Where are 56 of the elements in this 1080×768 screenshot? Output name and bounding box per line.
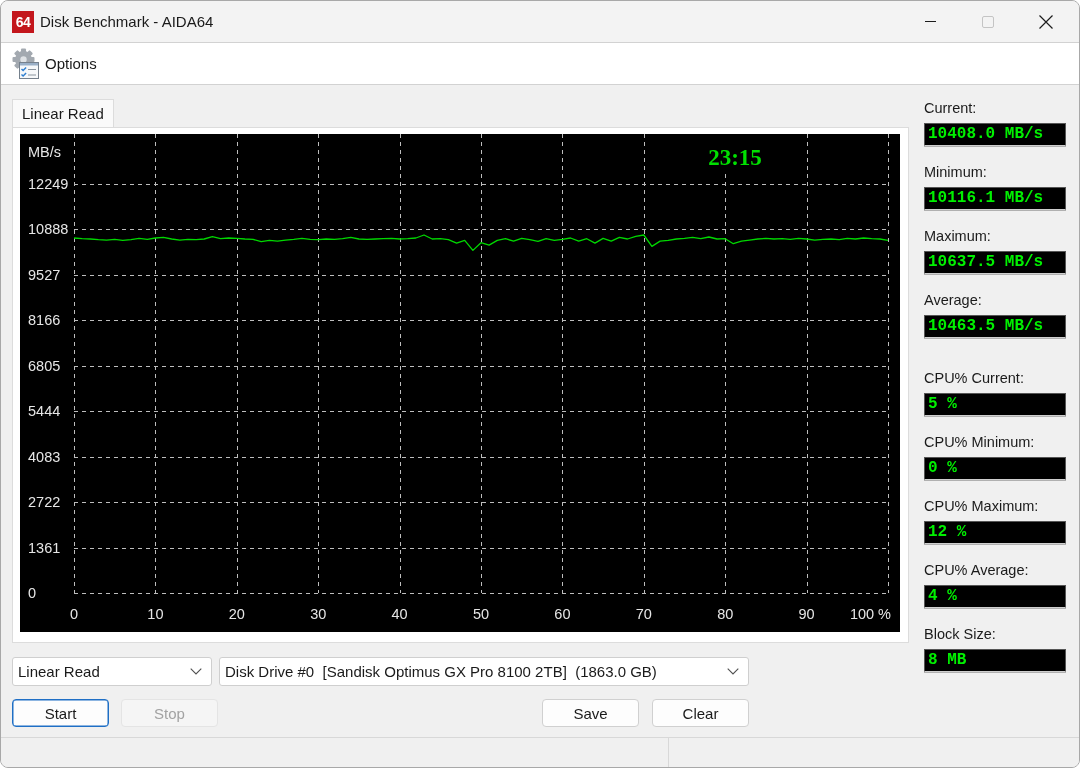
stat-label: Minimum: (924, 163, 988, 181)
axis-title: MB/s (28, 144, 62, 160)
value-display: 10116.1 MB/s (924, 187, 1066, 210)
y-axis-label: 6805 (28, 357, 61, 374)
x-axis-label: 40 (391, 606, 408, 622)
x-axis-label: 30 (310, 606, 327, 622)
stat-label: Average: (924, 291, 983, 309)
y-axis-label: 12249 (28, 176, 69, 192)
value-display: 4 % (924, 585, 1066, 608)
value-display: 10463.5 MB/s (924, 315, 1066, 338)
tab[interactable]: Linear Read (12, 99, 114, 127)
clear-button[interactable]: Clear (652, 699, 749, 727)
stat-label: CPU% Minimum: (924, 433, 1036, 451)
value-display: 8 MB (924, 649, 1066, 672)
x-axis-label: 60 (554, 606, 571, 622)
app-logo: 64 (12, 10, 34, 33)
stat-label: Block Size: (924, 625, 997, 643)
value-display: 10408.0 MB/s (924, 123, 1066, 146)
value-display: 10637.5 MB/s (924, 251, 1066, 274)
y-axis-label: 10888 (28, 221, 69, 238)
y-axis-label: 9527 (28, 266, 61, 283)
x-axis-label: 10 (147, 606, 164, 622)
minimize-icon (924, 21, 936, 22)
maximize-icon (982, 15, 994, 28)
y-axis-label: 5444 (28, 403, 61, 420)
y-axis-label: 1361 (28, 539, 61, 556)
stat-label: Maximum: (924, 227, 992, 245)
window-title: Disk Benchmark - AIDA64 (40, 13, 214, 30)
y-axis-label: 8166 (28, 312, 61, 329)
options-button[interactable]: Options (9, 45, 101, 82)
value-display: 12 % (924, 521, 1066, 544)
x-axis-label: 50 (472, 606, 490, 622)
stat-label: CPU% Maximum: (924, 497, 1040, 515)
x-axis-label: 90 (798, 606, 815, 622)
test-type-dropdown[interactable]: Linear Read (12, 657, 212, 686)
stat-label: Current: (924, 99, 978, 117)
y-axis-label: 2722 (28, 494, 61, 511)
y-axis-label: 4083 (28, 448, 61, 465)
x-axis-label: 70 (635, 606, 652, 622)
value-display: 0 % (924, 457, 1066, 480)
x-axis-label: 0 (69, 606, 79, 622)
gear-checklist-icon (10, 47, 40, 80)
close-icon (1039, 14, 1053, 29)
value-display: 5 % (924, 393, 1066, 416)
stat-label: CPU% Current: (924, 369, 1025, 387)
chevron-down-icon (190, 668, 202, 675)
save-button[interactable]: Save (542, 699, 639, 727)
x-axis-label: 80 (717, 606, 734, 622)
x-axis-label: 20 (228, 606, 245, 622)
x-axis-label: 100 % (849, 606, 891, 622)
drive-dropdown[interactable]: Disk Drive #0 [Sandisk Optimus GX Pro 8100 2TB] (1863.0 GB) (219, 657, 749, 686)
chevron-down-icon (727, 668, 739, 675)
y-axis-label: 0 (28, 585, 37, 601)
start-button[interactable]: Start (12, 699, 109, 727)
stat-label: CPU% Average: (924, 561, 1030, 579)
elapsed-time: 23:15 (708, 144, 762, 170)
